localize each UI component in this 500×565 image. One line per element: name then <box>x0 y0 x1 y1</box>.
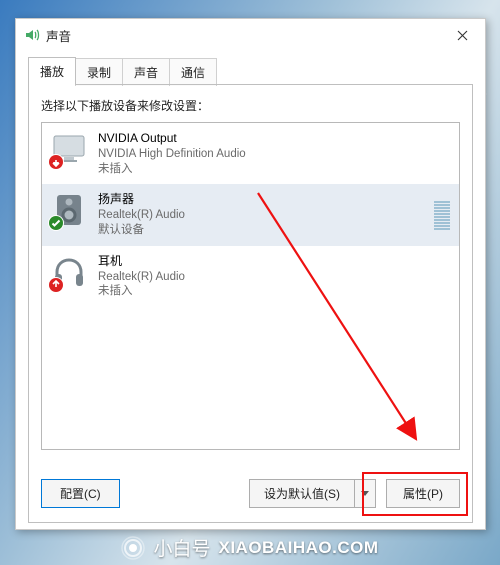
window-title: 声音 <box>46 26 445 45</box>
device-name: 扬声器 <box>98 192 185 208</box>
titlebar: 声音 <box>16 19 485 51</box>
device-list[interactable]: NVIDIA Output NVIDIA High Definition Aud… <box>41 122 460 450</box>
close-button[interactable] <box>445 23 479 47</box>
device-name: NVIDIA Output <box>98 131 246 147</box>
device-item-headphones[interactable]: 耳机 Realtek(R) Audio 未插入 <box>42 246 459 307</box>
device-item-speakers[interactable]: 扬声器 Realtek(R) Audio 默认设备 <box>42 184 459 245</box>
brand-name-en: XIAOBAIHAO.COM <box>219 538 379 558</box>
configure-button[interactable]: 配置(C) <box>41 479 120 508</box>
chevron-down-icon <box>361 491 369 497</box>
set-default-button[interactable]: 设为默认值(S) <box>249 479 354 508</box>
device-item-nvidia[interactable]: NVIDIA Output NVIDIA High Definition Aud… <box>42 123 459 184</box>
sound-dialog: 声音 播放 录制 声音 通信 选择以下播放设备来修改设置： <box>15 18 486 530</box>
device-status: 未插入 <box>98 284 185 299</box>
brand-logo-icon <box>121 536 145 560</box>
device-sub: NVIDIA High Definition Audio <box>98 147 246 162</box>
unplugged-icon <box>48 154 64 170</box>
watermark-brand: 小白号 XIAOBAIHAO.COM <box>0 534 500 561</box>
unplugged-icon <box>48 277 64 293</box>
playback-panel: 选择以下播放设备来修改设置： NVIDIA Output NVIDIA High… <box>28 85 473 523</box>
device-name: 耳机 <box>98 254 185 270</box>
tab-communications[interactable]: 通信 <box>169 58 217 86</box>
speaker-icon <box>24 27 40 43</box>
brand-name-cn: 小白号 <box>153 534 210 561</box>
properties-button[interactable]: 属性(P) <box>386 479 460 508</box>
device-status: 未插入 <box>98 162 246 177</box>
set-default-dropdown[interactable] <box>354 479 376 508</box>
set-default-split-button[interactable]: 设为默认值(S) <box>249 479 376 508</box>
button-row: 配置(C) 设为默认值(S) 属性(P) <box>41 479 460 508</box>
default-check-icon <box>48 215 64 231</box>
headphones-icon <box>51 254 87 290</box>
tabstrip: 播放 录制 声音 通信 <box>28 57 473 85</box>
device-sub: Realtek(R) Audio <box>98 270 185 285</box>
level-meter-icon <box>434 192 450 237</box>
tab-playback[interactable]: 播放 <box>28 57 76 85</box>
monitor-icon <box>51 131 87 167</box>
tab-sounds[interactable]: 声音 <box>122 58 170 86</box>
instruction-text: 选择以下播放设备来修改设置： <box>41 97 460 114</box>
speaker-device-icon <box>51 192 87 228</box>
tab-recording[interactable]: 录制 <box>75 58 123 86</box>
device-status: 默认设备 <box>98 223 185 238</box>
device-sub: Realtek(R) Audio <box>98 208 185 223</box>
